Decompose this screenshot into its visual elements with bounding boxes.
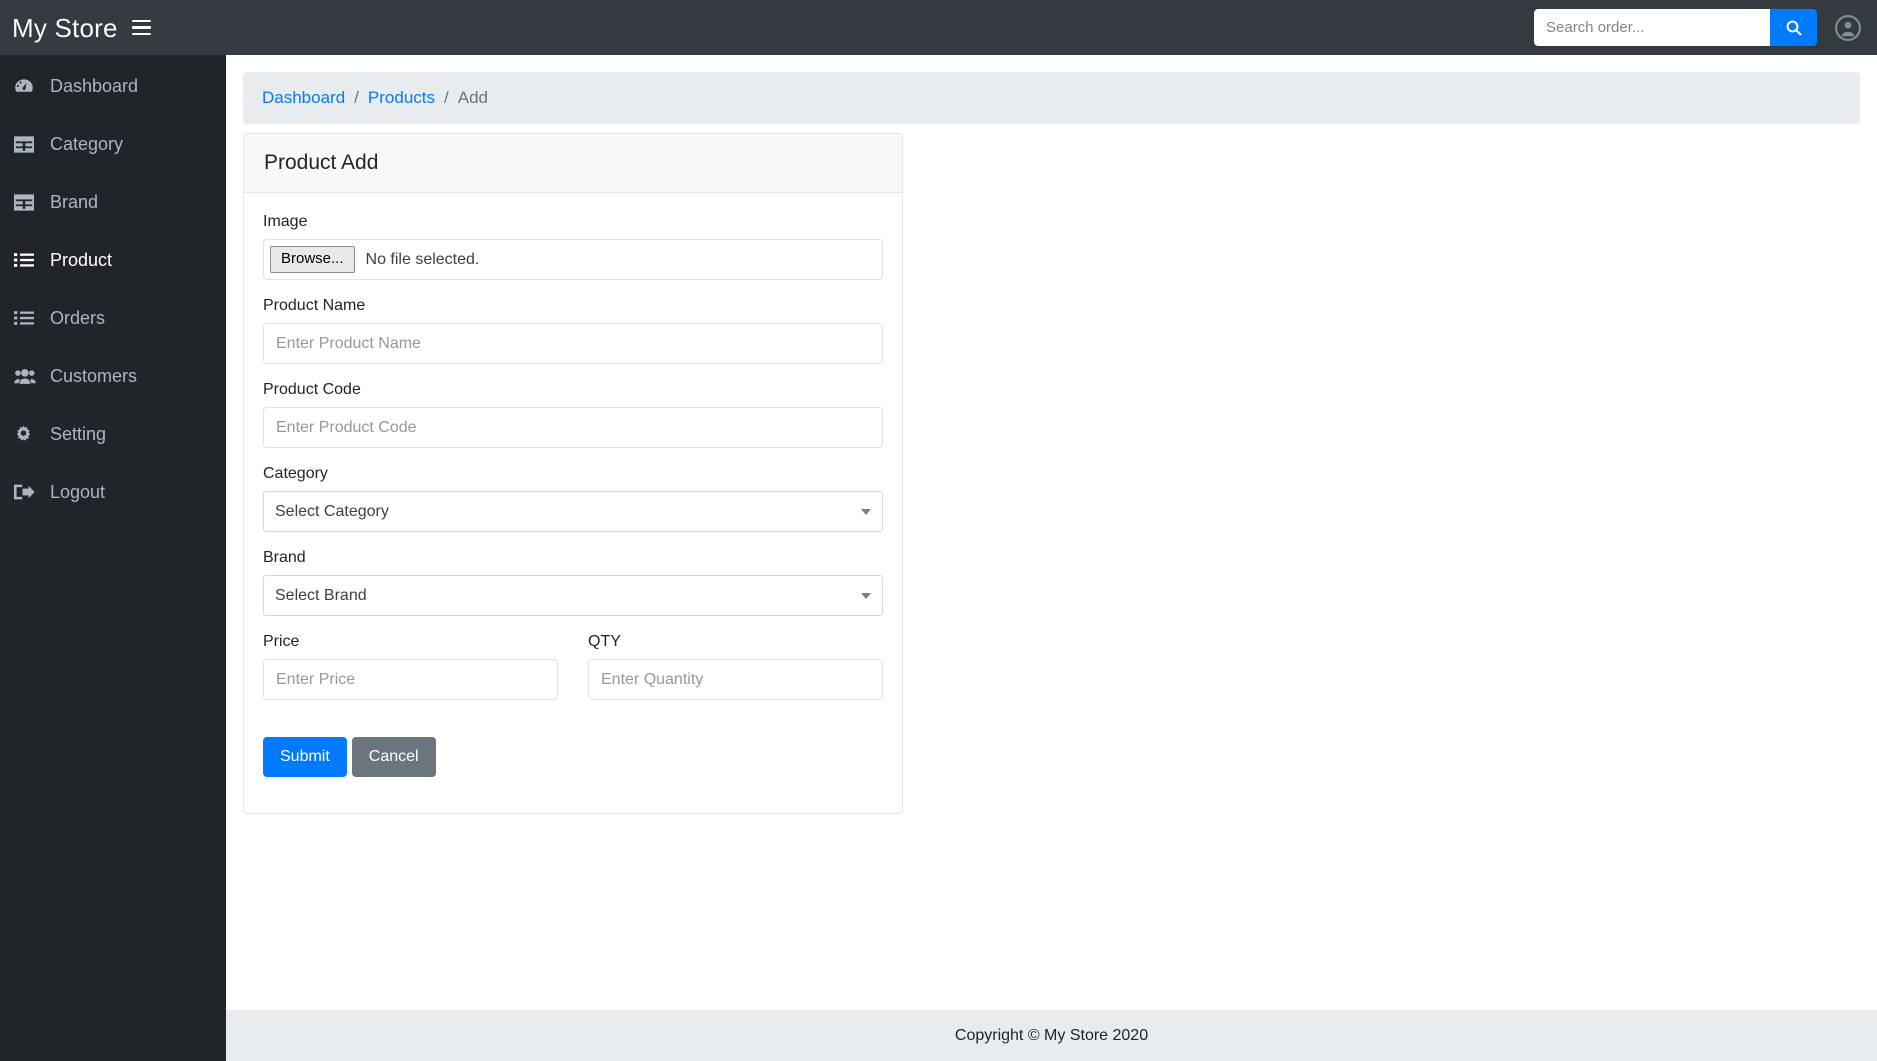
sidebar-item-setting[interactable]: Setting <box>0 413 226 455</box>
breadcrumb: Dashboard / Products / Add <box>243 72 1860 124</box>
sidebar-item-label: Product <box>50 249 113 270</box>
cancel-button[interactable]: Cancel <box>351 737 436 777</box>
price-label: Price <box>263 633 300 650</box>
qty-input[interactable] <box>588 659 883 700</box>
account-button[interactable] <box>1835 14 1861 41</box>
product-code-input[interactable] <box>263 407 883 448</box>
brand-group: Brand Select Brand <box>263 549 883 616</box>
submit-button[interactable]: Submit <box>263 737 347 777</box>
breadcrumb-separator: / <box>354 88 359 107</box>
brand-label: Brand <box>263 549 306 566</box>
list-ul-icon <box>14 250 36 270</box>
product-name-label: Product Name <box>263 297 366 314</box>
user-circle-icon <box>1835 14 1861 41</box>
navbar-right-group <box>1534 9 1877 46</box>
sidebar-item-label: Setting <box>50 423 107 444</box>
brand-select-wrap: Select Brand <box>263 575 883 616</box>
list-ul-icon <box>14 308 36 328</box>
qty-group: QTY <box>588 633 883 700</box>
sidebar-item-category[interactable]: Category <box>0 123 226 165</box>
category-select[interactable]: Select Category <box>263 491 883 532</box>
tachometer-icon <box>14 76 36 96</box>
brand-select[interactable]: Select Brand <box>263 575 883 616</box>
price-qty-row: Price QTY <box>263 633 883 717</box>
sidebar-item-orders[interactable]: Orders <box>0 297 226 339</box>
top-navbar: My Store <box>0 0 1877 55</box>
sidebar-item-customers[interactable]: Customers <box>0 355 226 397</box>
search-icon <box>1786 20 1801 35</box>
app-brand-title: My Store <box>12 12 118 43</box>
product-name-group: Product Name <box>263 297 883 364</box>
form-actions: Submit Cancel <box>263 737 883 777</box>
image-field-group: Image Browse... No file selected. <box>263 213 883 280</box>
product-name-input[interactable] <box>263 323 883 364</box>
category-select-wrap: Select Category <box>263 491 883 532</box>
sidebar-item-dashboard[interactable]: Dashboard <box>0 65 226 107</box>
hamburger-icon[interactable] <box>131 18 151 38</box>
copyright-text: Copyright © My Store 2020 <box>954 1026 1149 1044</box>
card-body: Image Browse... No file selected. Produc… <box>244 193 902 813</box>
table-icon <box>14 134 36 154</box>
search-group <box>1534 9 1817 46</box>
product-code-label: Product Code <box>263 381 361 398</box>
sidebar-item-label: Logout <box>50 481 106 502</box>
sidebar-item-label: Dashboard <box>50 75 139 96</box>
image-label: Image <box>263 213 308 230</box>
file-status-text: No file selected. <box>365 250 480 268</box>
search-button[interactable] <box>1770 9 1817 46</box>
sidebar-item-label: Customers <box>50 365 138 386</box>
sidebar-item-brand[interactable]: Brand <box>0 181 226 223</box>
category-label: Category <box>263 465 328 482</box>
card-title: Product Add <box>244 134 902 193</box>
sidebar-item-logout[interactable]: Logout <box>0 471 226 513</box>
table-icon <box>14 192 36 212</box>
sidebar-item-label: Brand <box>50 191 99 212</box>
sidebar-item-label: Category <box>50 133 124 154</box>
search-input[interactable] <box>1534 9 1770 46</box>
qty-label: QTY <box>588 633 621 650</box>
breadcrumb-item-dashboard[interactable]: Dashboard <box>262 88 345 108</box>
users-icon <box>14 366 36 386</box>
sidebar: Dashboard Category Brand Product Orders … <box>0 55 226 1061</box>
brand-area: My Store <box>0 15 151 41</box>
product-add-card: Product Add Image Browse... No file sele… <box>243 133 903 814</box>
price-input[interactable] <box>263 659 558 700</box>
browse-button[interactable]: Browse... <box>270 246 355 273</box>
main-content: Dashboard / Products / Add Product Add I… <box>226 55 1877 1061</box>
breadcrumb-item-add: Add <box>457 88 488 107</box>
category-group: Category Select Category <box>263 465 883 532</box>
sidebar-item-label: Orders <box>50 307 106 328</box>
breadcrumb-item-products[interactable]: Products <box>368 88 435 108</box>
product-code-group: Product Code <box>263 381 883 448</box>
price-group: Price <box>263 633 558 700</box>
page-footer: Copyright © My Store 2020 <box>226 1010 1877 1061</box>
sign-out-icon <box>14 482 36 502</box>
breadcrumb-separator: / <box>444 88 449 107</box>
sidebar-item-product[interactable]: Product <box>0 239 226 281</box>
image-file-input[interactable]: Browse... No file selected. <box>263 239 883 280</box>
gear-icon <box>14 424 36 444</box>
